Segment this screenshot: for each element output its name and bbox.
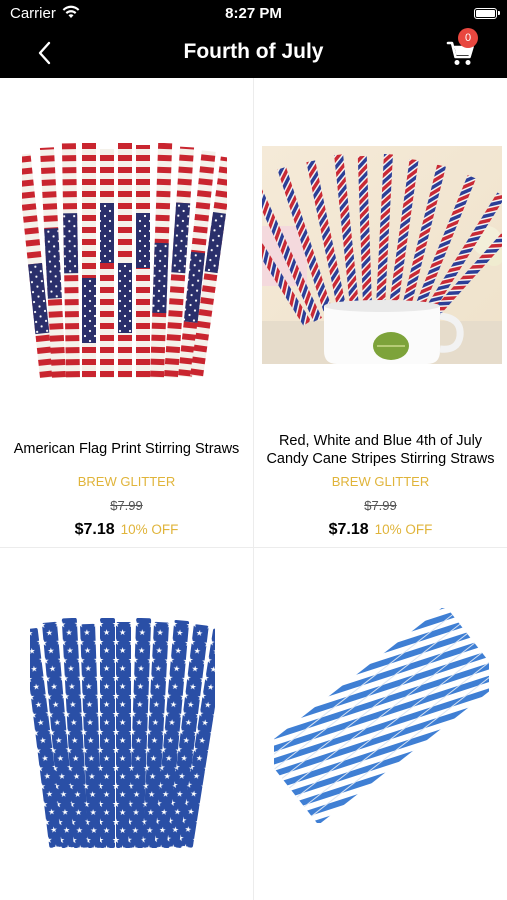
product-image-blue-star-straws[interactable]: ★ ★: [30, 618, 215, 848]
product-name[interactable]: American Flag Print Stirring Straws: [6, 440, 247, 458]
product-brand: BREW GLITTER: [77, 474, 176, 489]
product-image-flag-straws[interactable]: [22, 143, 227, 378]
product-image-candy-cane-straws[interactable]: [262, 146, 502, 364]
original-price: $7.99: [110, 498, 143, 513]
page-title: Fourth of July: [183, 40, 324, 63]
price-row: $7.18 10% OFF: [254, 521, 507, 539]
status-bar: Carrier 8:27 PM: [0, 0, 507, 28]
sale-price: $7.18: [74, 521, 115, 538]
clock: 8:27 PM: [225, 5, 282, 22]
product-name[interactable]: Red, White and Blue 4th of July Candy Ca…: [260, 432, 501, 468]
discount-label: 10% OFF: [120, 522, 179, 537]
sale-price: $7.18: [328, 521, 369, 538]
product-brand: BREW GLITTER: [331, 474, 430, 489]
discount-label: 10% OFF: [374, 522, 433, 537]
battery-icon: [474, 8, 500, 19]
original-price: $7.99: [364, 498, 397, 513]
cart-count-badge: 0: [458, 28, 478, 48]
product-card[interactable]: American Flag Print Stirring Straws BREW…: [0, 78, 253, 547]
product-image-blue-stripe-straws[interactable]: [274, 608, 489, 823]
price-row: $7.18 10% OFF: [0, 521, 253, 539]
product-card[interactable]: ★ ★: [0, 548, 253, 900]
navigation-bar: Fourth of July 0: [0, 28, 507, 78]
product-grid: American Flag Print Stirring Straws BREW…: [0, 78, 507, 900]
product-card[interactable]: [254, 548, 507, 900]
product-card[interactable]: Red, White and Blue 4th of July Candy Ca…: [254, 78, 507, 547]
